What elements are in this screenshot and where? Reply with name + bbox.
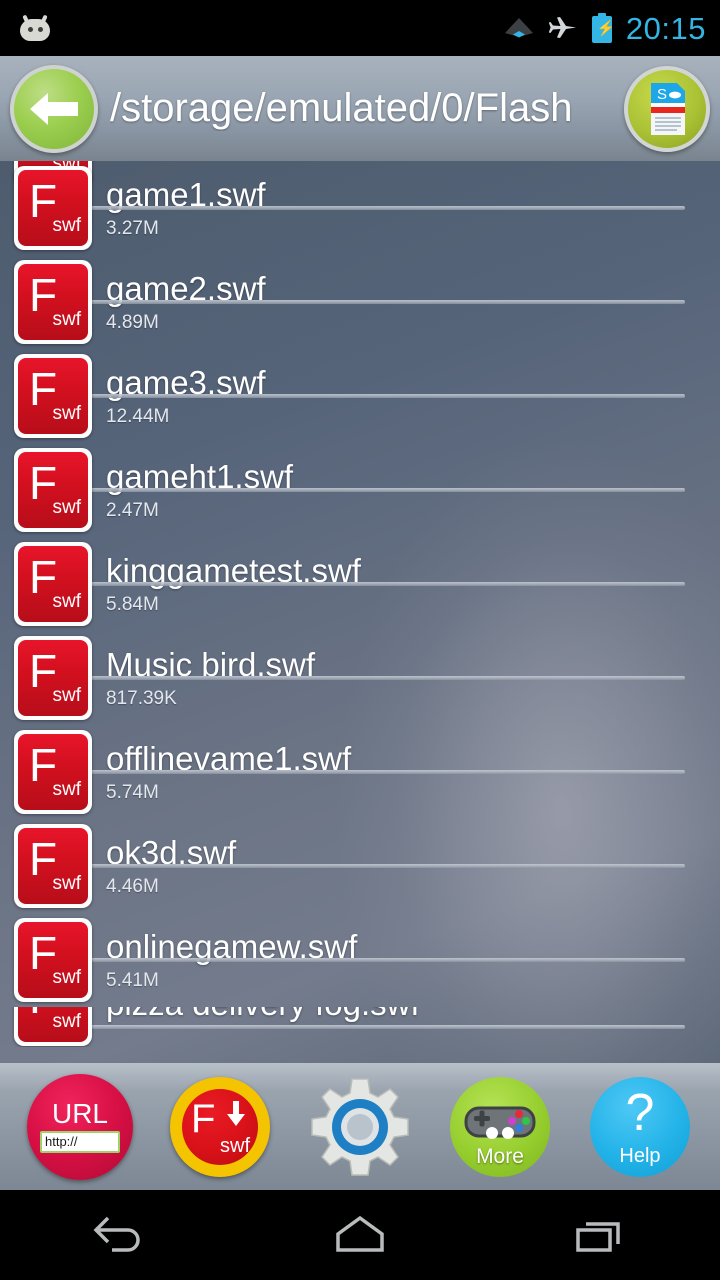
file-size: 5.84M (106, 593, 159, 615)
nav-recents-button[interactable] (540, 1200, 660, 1270)
url-input[interactable]: http:// (40, 1131, 120, 1153)
app-screen: ⚡ 20:15 /storage/emulated/0/Flash S F sw… (0, 0, 720, 1280)
swf-file-icon: Fswf (14, 448, 92, 532)
row-divider (14, 206, 685, 210)
header-bar: /storage/emulated/0/Flash S (0, 56, 720, 161)
row-divider (14, 676, 685, 680)
back-button[interactable] (10, 64, 98, 153)
table-row[interactable]: Fswf offlinevame1.swf 5.74M (0, 725, 720, 819)
battery-charging-icon: ⚡ (591, 13, 616, 43)
file-icon-ext: swf (52, 967, 82, 988)
current-path-label: /storage/emulated/0/Flash (110, 86, 573, 130)
table-row[interactable]: Fswf onlinegamew.swf 5.41M (0, 913, 720, 1007)
status-bar-left (18, 14, 52, 41)
file-size: 4.46M (106, 875, 159, 897)
file-size: 2.47M (106, 499, 159, 521)
svg-text:S: S (657, 86, 667, 103)
nav-recents-icon (576, 1222, 620, 1252)
swf-download-ext: swf (220, 1134, 250, 1157)
url-button[interactable]: URL http:// (21, 1072, 139, 1182)
file-list[interactable]: F swf Fswfgame1.swf3.27MFswfgame2.swf4.8… (0, 161, 720, 1063)
row-divider (14, 770, 685, 774)
row-divider (14, 582, 685, 586)
row-divider (14, 958, 685, 962)
table-row[interactable]: Fswf pizza delivery fog.swf (0, 1007, 720, 1047)
sd-card-button[interactable]: S (624, 65, 710, 152)
help-button-circle[interactable]: ? Help (590, 1076, 690, 1177)
file-icon-ext: swf (52, 403, 82, 424)
row-divider (14, 300, 685, 304)
settings-button[interactable] (301, 1072, 419, 1182)
swf-download-letter: F (191, 1096, 216, 1141)
status-bar: ⚡ 20:15 (0, 0, 720, 56)
file-icon-ext: swf (52, 497, 82, 518)
file-size: 3.27M (106, 217, 159, 239)
file-size: 5.41M (106, 969, 159, 991)
swf-file-icon: Fswf (14, 824, 92, 908)
table-row[interactable]: Fswf kinggametest.swf 5.84M (0, 537, 720, 631)
file-row-text: pizza delivery fog.swf (106, 1007, 420, 1023)
help-button-label: Help (619, 1144, 661, 1167)
swf-download-ring[interactable]: F swf (170, 1076, 270, 1177)
android-nav-bar (0, 1190, 720, 1280)
row-divider (14, 394, 685, 398)
swf-file-icon: Fswf (14, 260, 92, 344)
table-row[interactable]: Fswf Music bird.swf 817.39K (0, 631, 720, 725)
gamepad-icon (462, 1100, 538, 1144)
notification-robot-icon (18, 14, 52, 41)
table-row[interactable]: Fswf ok3d.swf 4.46M (0, 819, 720, 913)
file-size: 817.39K (106, 687, 177, 709)
back-arrow-icon (30, 92, 78, 125)
file-icon-ext: swf (52, 215, 82, 236)
swf-file-icon: Fswf (14, 1007, 92, 1046)
table-row[interactable]: Fswf game3.swf 12.44M (0, 349, 720, 443)
more-games-button[interactable]: More (441, 1072, 559, 1182)
status-bar-right: ⚡ 20:15 (504, 13, 706, 44)
nav-back-icon (93, 1216, 140, 1252)
gear-icon (308, 1075, 412, 1179)
swf-download-button[interactable]: F swf (161, 1072, 279, 1182)
wifi-icon (504, 16, 534, 40)
nav-back-button[interactable] (60, 1200, 180, 1270)
file-icon-ext: swf (52, 779, 82, 800)
nav-home-icon (336, 1215, 384, 1252)
swf-file-icon: Fswf (14, 166, 92, 250)
swf-file-icon: Fswf (14, 542, 92, 626)
table-row[interactable]: Fswf game2.swf 4.89M (0, 255, 720, 349)
swf-file-icon: Fswf (14, 730, 92, 814)
more-button-label: More (476, 1144, 524, 1168)
status-bar-clock: 20:15 (625, 10, 706, 46)
row-divider (14, 864, 685, 868)
swf-file-icon: Fswf (14, 354, 92, 438)
sd-card-icon: S (645, 81, 689, 137)
nav-home-button[interactable] (300, 1200, 420, 1270)
file-size: 5.74M (106, 781, 159, 803)
table-row[interactable]: Fswf game1.swf 3.27M (0, 161, 720, 255)
download-arrow-icon (227, 1100, 245, 1126)
url-button-circle[interactable]: URL http:// (27, 1073, 133, 1180)
file-size: 12.44M (106, 405, 170, 427)
swf-file-icon: Fswf (14, 918, 92, 1002)
table-row[interactable]: Fswf gameht1.swf 2.47M (0, 443, 720, 537)
file-icon-ext: swf (52, 309, 82, 330)
row-divider (14, 1025, 685, 1029)
row-divider (14, 488, 685, 492)
url-button-label: URL (51, 1098, 108, 1129)
file-icon-ext: swf (52, 591, 82, 612)
swf-file-icon: Fswf (14, 636, 92, 720)
question-mark-icon: ? (625, 1083, 655, 1142)
airplane-mode-icon (548, 15, 578, 41)
file-size: 4.89M (106, 311, 159, 333)
more-button-circle[interactable]: More (450, 1076, 550, 1177)
bottom-toolbar: URL http:// F swf More ? Help (0, 1063, 720, 1190)
help-button[interactable]: ? Help (581, 1072, 699, 1182)
file-icon-ext: swf (52, 873, 82, 894)
file-name: pizza delivery fog.swf (106, 1007, 420, 1023)
file-icon-ext: swf (52, 1011, 82, 1032)
file-icon-ext: swf (52, 685, 82, 706)
